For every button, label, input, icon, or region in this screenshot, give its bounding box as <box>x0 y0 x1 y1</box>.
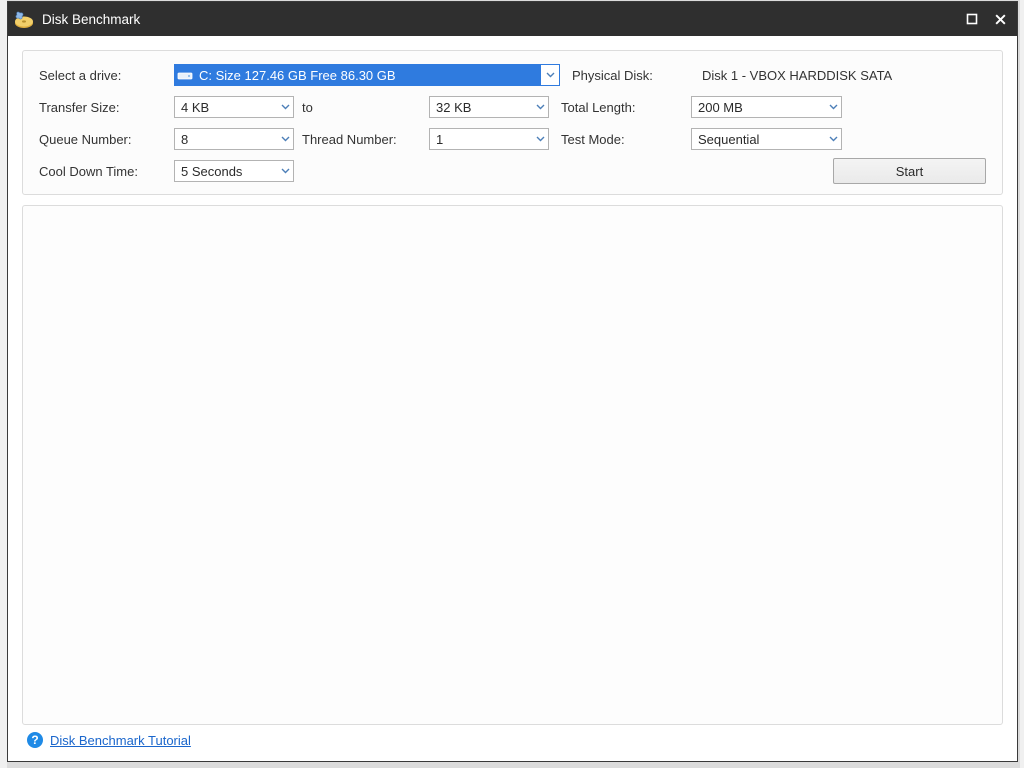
transfer-size-to-value: 32 KB <box>430 100 532 115</box>
label-queue-number: Queue Number: <box>39 132 174 147</box>
drive-select[interactable]: C: Size 127.46 GB Free 86.30 GB <box>174 64 560 86</box>
chevron-down-icon <box>277 136 293 142</box>
label-thread-number: Thread Number: <box>294 132 429 147</box>
help-icon: ? <box>26 731 44 749</box>
label-test-mode: Test Mode: <box>561 132 691 147</box>
maximize-button[interactable] <box>961 8 983 30</box>
footer: ? Disk Benchmark Tutorial <box>22 725 1003 751</box>
svg-text:?: ? <box>31 733 38 747</box>
queue-number-select[interactable]: 8 <box>174 128 294 150</box>
cool-down-select[interactable]: 5 Seconds <box>174 160 294 182</box>
physical-disk-value: Disk 1 - VBOX HARDDISK SATA <box>702 68 892 83</box>
label-transfer-size: Transfer Size: <box>39 100 174 115</box>
chevron-down-icon <box>277 104 293 110</box>
titlebar: Disk Benchmark <box>8 2 1017 36</box>
chevron-down-icon <box>532 136 548 142</box>
label-total-length: Total Length: <box>561 100 691 115</box>
close-button[interactable] <box>989 8 1011 30</box>
chevron-down-icon <box>825 136 841 142</box>
chevron-down-icon <box>825 104 841 110</box>
cool-down-value: 5 Seconds <box>175 164 277 179</box>
transfer-size-to-select[interactable]: 32 KB <box>429 96 549 118</box>
label-select-drive: Select a drive: <box>39 68 174 83</box>
test-mode-select[interactable]: Sequential <box>691 128 842 150</box>
settings-panel: Select a drive: C: Size 127.46 GB Free 8… <box>22 50 1003 195</box>
content-area: Select a drive: C: Size 127.46 GB Free 8… <box>8 36 1017 761</box>
disk-benchmark-window: Disk Benchmark Select a drive: <box>7 1 1018 762</box>
total-length-select[interactable]: 200 MB <box>691 96 842 118</box>
start-button[interactable]: Start <box>833 158 986 184</box>
transfer-size-from-value: 4 KB <box>175 100 277 115</box>
chevron-down-icon <box>540 65 559 85</box>
start-button-label: Start <box>896 164 923 179</box>
tutorial-link[interactable]: Disk Benchmark Tutorial <box>50 733 191 748</box>
label-to: to <box>294 100 429 115</box>
results-panel <box>22 205 1003 725</box>
queue-number-value: 8 <box>175 132 277 147</box>
chevron-down-icon <box>277 168 293 174</box>
thread-number-select[interactable]: 1 <box>429 128 549 150</box>
total-length-value: 200 MB <box>692 100 825 115</box>
drive-icon <box>177 68 195 82</box>
app-icon <box>12 7 36 31</box>
label-physical-disk: Physical Disk: <box>572 68 702 83</box>
transfer-size-from-select[interactable]: 4 KB <box>174 96 294 118</box>
test-mode-value: Sequential <box>692 132 825 147</box>
chevron-down-icon <box>532 104 548 110</box>
label-cool-down: Cool Down Time: <box>39 164 174 179</box>
drive-select-value: C: Size 127.46 GB Free 86.30 GB <box>199 68 540 83</box>
thread-number-value: 1 <box>430 132 532 147</box>
window-title: Disk Benchmark <box>42 12 955 27</box>
